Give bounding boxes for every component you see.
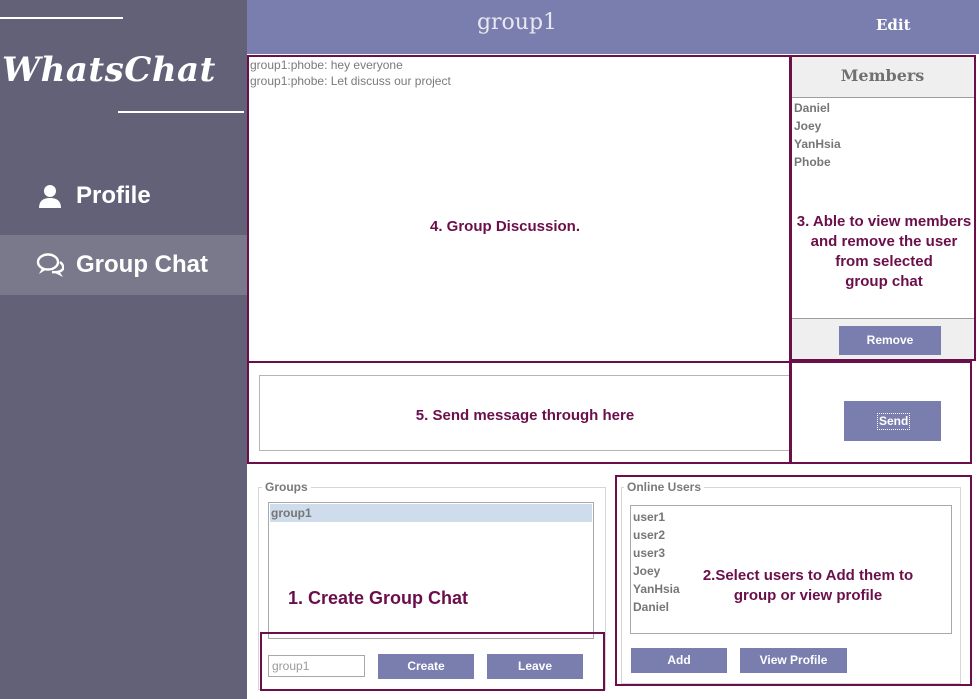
annotation-create-group: 1. Create Group Chat <box>287 588 469 608</box>
selected-row-highlight <box>270 504 592 522</box>
logo-top-line <box>0 17 123 19</box>
logo-bottom-line <box>118 111 244 113</box>
groups-legend: Groups <box>262 480 311 494</box>
annotation-members-line4: group chat <box>845 273 923 290</box>
chat-bubbles-icon <box>36 253 64 277</box>
annotation-box-group-discussion <box>247 55 792 363</box>
annotation-box-send-button <box>789 361 972 464</box>
sidebar: WhatsChat Profile Group Chat <box>0 0 247 699</box>
app-logo: WhatsChat <box>2 50 216 90</box>
page-title: group1 <box>476 10 558 35</box>
annotation-online-users-line2: group or view profile <box>733 587 883 604</box>
sidebar-item-label: Profile <box>76 182 151 209</box>
annotation-online-users-line1: 2.Select users to Add them to <box>702 567 914 584</box>
user-icon <box>39 185 61 208</box>
annotation-members-line1: 3. Able to view members <box>796 213 972 230</box>
annotation-send-message: 5. Send message through here <box>415 407 635 424</box>
edit-button[interactable]: Edit <box>876 16 911 34</box>
sidebar-item-profile[interactable]: Profile <box>0 166 247 226</box>
annotation-group-discussion: 4. Group Discussion. <box>429 218 581 235</box>
header-bar: group1 <box>247 0 979 54</box>
groups-list[interactable]: group1 <box>268 502 594 639</box>
sidebar-item-label: Group Chat <box>76 251 208 278</box>
annotation-members-line3: from selected <box>835 253 933 270</box>
annotation-members-line2: and remove the user <box>810 233 958 250</box>
annotation-box-create-group <box>260 632 605 691</box>
group-item[interactable]: group1 <box>271 506 312 520</box>
annotation-box-members <box>789 55 976 361</box>
sidebar-item-group-chat[interactable]: Group Chat <box>0 235 247 295</box>
